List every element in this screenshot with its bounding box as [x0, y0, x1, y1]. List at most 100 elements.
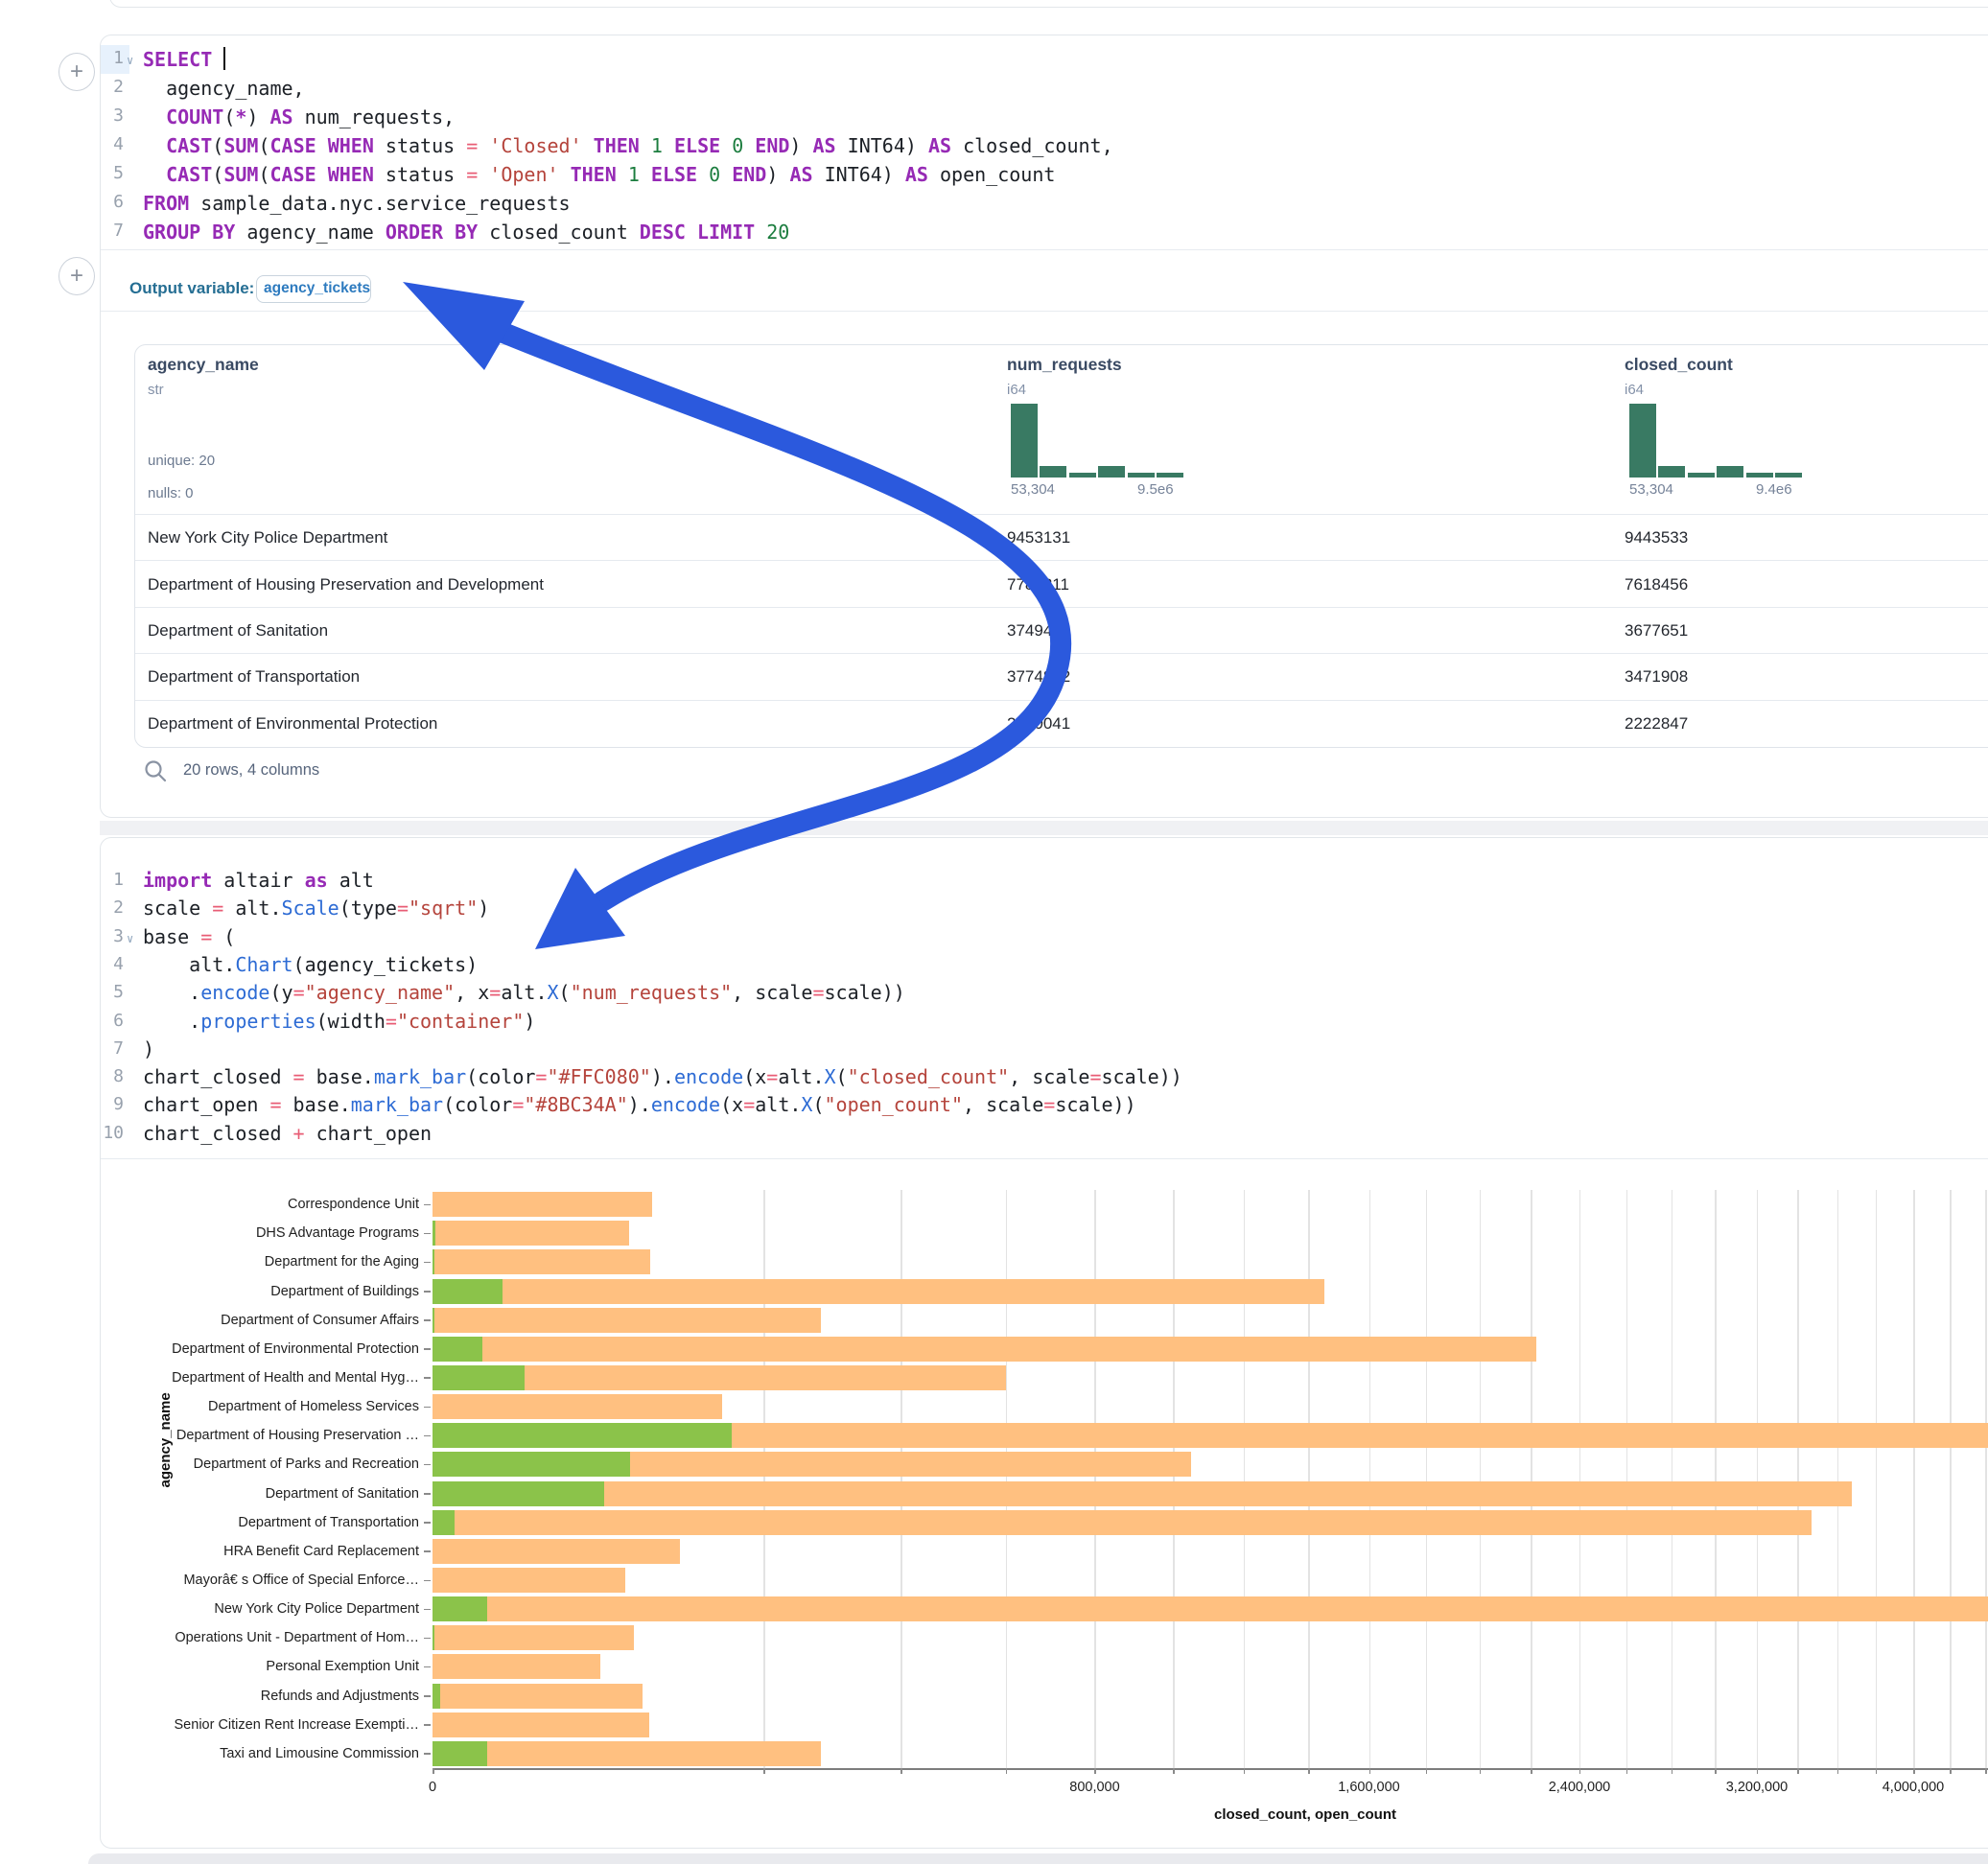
- y-axis-label: DHS Advantage Programs: [101, 1225, 419, 1241]
- search-icon[interactable]: [143, 758, 168, 783]
- y-tick: [424, 1407, 431, 1409]
- y-axis-label: Refunds and Adjustments: [101, 1689, 419, 1704]
- bar-closed: [433, 1337, 1536, 1362]
- bar-closed: [433, 1192, 652, 1217]
- column-stat: unique: 20: [148, 453, 215, 469]
- gridline: [1797, 1190, 1799, 1768]
- column-header[interactable]: num_requests: [1007, 355, 1122, 375]
- y-tick: [424, 1638, 431, 1640]
- next-cell-edge: [88, 1853, 1988, 1864]
- bar-closed: [433, 1654, 600, 1679]
- y-axis-label: Department for the Aging: [101, 1254, 419, 1270]
- column-header[interactable]: agency_name: [148, 355, 259, 375]
- bar-open: [433, 1481, 604, 1506]
- output-variable-label: Output variable:: [129, 279, 254, 298]
- previous-cell-edge: [109, 0, 1988, 8]
- line-number: 2: [101, 77, 124, 97]
- code-line[interactable]: .encode(y="agency_name", x=alt.X("num_re…: [143, 979, 1988, 1007]
- bar-open: [433, 1365, 525, 1390]
- y-axis-label: Department of Transportation: [101, 1515, 419, 1530]
- code-line[interactable]: CAST(SUM(CASE WHEN status = 'Closed' THE…: [143, 131, 1988, 160]
- histogram-bin: [1746, 473, 1773, 478]
- code-line[interactable]: agency_name,: [143, 74, 1988, 103]
- histogram-bin: [1658, 466, 1685, 478]
- x-tick: [1913, 1768, 1915, 1774]
- gridline: [1006, 1190, 1008, 1768]
- collapse-caret-icon[interactable]: ∨: [127, 54, 133, 67]
- bar-open: [433, 1249, 434, 1274]
- code-line[interactable]: FROM sample_data.nyc.service_requests: [143, 189, 1988, 218]
- x-tick: [900, 1768, 902, 1774]
- row-column-count: 20 rows, 4 columns: [183, 761, 319, 780]
- histogram-min-label: 53,304: [1011, 481, 1055, 498]
- x-tick-label: 1,600,000: [1338, 1780, 1400, 1795]
- x-tick: [1985, 1768, 1987, 1774]
- python-code-editor[interactable]: 1import altair as alt2scale = alt.Scale(…: [101, 838, 1988, 1157]
- collapse-caret-icon[interactable]: ∨: [127, 932, 133, 945]
- x-tick: [1173, 1768, 1175, 1774]
- x-tick: [1480, 1768, 1482, 1774]
- table-row[interactable]: Department of Environmental Protection22…: [135, 700, 1988, 747]
- line-number: 1: [101, 870, 124, 890]
- bar-closed: [433, 1713, 649, 1737]
- code-line[interactable]: alt.Chart(agency_tickets): [143, 951, 1988, 979]
- gridline: [763, 1190, 765, 1768]
- y-axis-label: Department of Health and Mental Hyg…: [101, 1370, 419, 1386]
- code-line[interactable]: GROUP BY agency_name ORDER BY closed_cou…: [143, 218, 1988, 246]
- table-footer: 20 rows, 4 columns: [143, 757, 622, 795]
- bar-open: [433, 1452, 630, 1477]
- y-tick: [424, 1464, 431, 1466]
- code-line[interactable]: SELECT: [143, 45, 1988, 74]
- table-row[interactable]: New York City Police Department945313194…: [135, 514, 1988, 561]
- line-number: 8: [101, 1066, 124, 1086]
- y-axis-label: HRA Benefit Card Replacement: [101, 1544, 419, 1559]
- code-line[interactable]: COUNT(*) AS num_requests,: [143, 103, 1988, 131]
- sql-code-editor[interactable]: 1∨SELECT 2 agency_name,3 COUNT(*) AS num…: [101, 35, 1988, 248]
- gridline: [1837, 1190, 1839, 1768]
- table-row[interactable]: Department of Transportation377489234719…: [135, 653, 1988, 700]
- line-number: 4: [101, 954, 124, 974]
- bar-closed: [433, 1308, 821, 1333]
- code-line[interactable]: chart_closed + chart_open: [143, 1120, 1988, 1148]
- table-row[interactable]: Department of Sanitation37494853677651: [135, 607, 1988, 654]
- y-axis-label: Senior Citizen Rent Increase Exempti…: [101, 1717, 419, 1733]
- histogram-bin: [1157, 473, 1183, 478]
- bar-open: [433, 1279, 503, 1304]
- x-axis-line: [433, 1768, 1988, 1770]
- sql-cell-panel: 1∨SELECT 2 agency_name,3 COUNT(*) AS num…: [100, 35, 1988, 818]
- column-header[interactable]: closed_count: [1625, 355, 1733, 375]
- output-variable-pill[interactable]: agency_tickets: [256, 275, 371, 303]
- gridline: [1950, 1190, 1952, 1768]
- cell-closed-count: 3471908: [1625, 667, 1688, 687]
- gridline: [900, 1190, 902, 1768]
- code-line[interactable]: chart_closed = base.mark_bar(color="#FFC…: [143, 1063, 1988, 1091]
- cell-agency-name: Department of Sanitation: [148, 621, 328, 641]
- table-row[interactable]: Department of Housing Preservation and D…: [135, 560, 1988, 607]
- x-tick: [1672, 1768, 1673, 1774]
- y-tick: [424, 1695, 431, 1697]
- gridline: [1672, 1190, 1673, 1768]
- gridline: [1985, 1190, 1987, 1768]
- gridline: [1308, 1190, 1310, 1768]
- code-line[interactable]: .properties(width="container"): [143, 1008, 1988, 1036]
- column-type: str: [148, 382, 164, 398]
- x-tick: [1369, 1768, 1371, 1774]
- add-cell-button-middle[interactable]: +: [58, 257, 95, 295]
- code-line[interactable]: import altair as alt: [143, 867, 1988, 895]
- y-tick: [424, 1666, 431, 1668]
- code-line[interactable]: scale = alt.Scale(type="sqrt"): [143, 895, 1988, 922]
- code-line[interactable]: chart_open = base.mark_bar(color="#8BC34…: [143, 1091, 1988, 1119]
- code-line[interactable]: base = (: [143, 923, 1988, 951]
- gridline: [1173, 1190, 1175, 1768]
- x-tick-label: 3,200,000: [1726, 1780, 1789, 1795]
- text-cursor: [223, 47, 225, 70]
- add-cell-button-top[interactable]: +: [58, 53, 95, 91]
- y-tick: [424, 1348, 431, 1350]
- cell-agency-name: Department of Environmental Protection: [148, 714, 437, 734]
- y-axis-label: Correspondence Unit: [101, 1197, 419, 1212]
- code-line[interactable]: ): [143, 1036, 1988, 1063]
- bar-open: [433, 1741, 487, 1766]
- y-axis-label: Department of Housing Preservation …: [101, 1428, 419, 1443]
- column-stat: nulls: 0: [148, 485, 194, 501]
- code-line[interactable]: CAST(SUM(CASE WHEN status = 'Open' THEN …: [143, 160, 1988, 189]
